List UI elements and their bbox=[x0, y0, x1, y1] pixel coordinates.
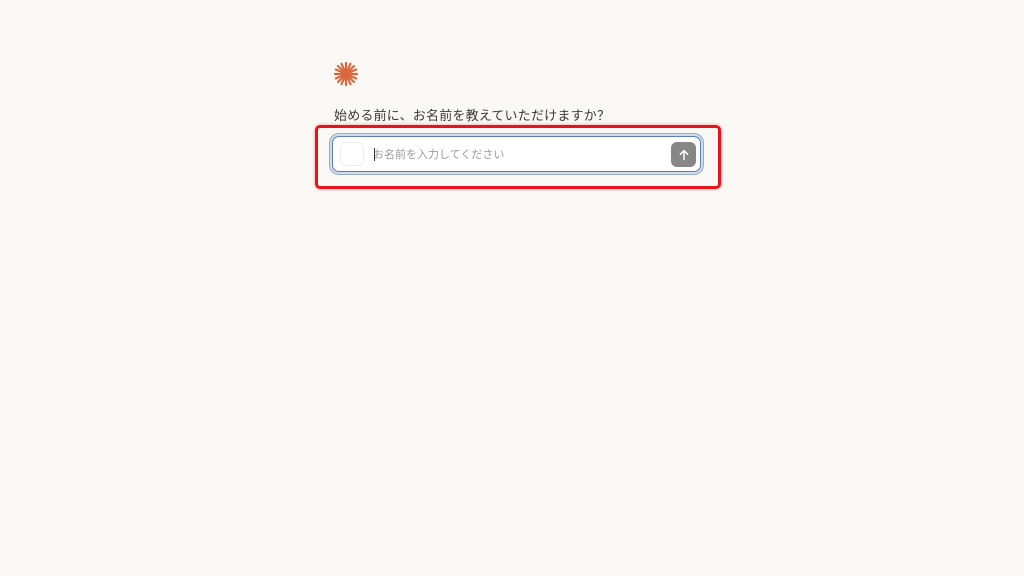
text-caret bbox=[374, 148, 375, 161]
name-input[interactable] bbox=[373, 143, 653, 165]
send-button[interactable] bbox=[671, 142, 696, 167]
sparkle-logo-icon bbox=[333, 61, 359, 87]
arrow-up-icon bbox=[679, 149, 688, 160]
name-input-container bbox=[332, 136, 701, 172]
onboarding-page: 始める前に、お名前を教えていただけますか？ bbox=[0, 0, 1024, 576]
attachment-slot[interactable] bbox=[341, 143, 363, 165]
name-question: 始める前に、お名前を教えていただけますか？ bbox=[334, 109, 611, 124]
